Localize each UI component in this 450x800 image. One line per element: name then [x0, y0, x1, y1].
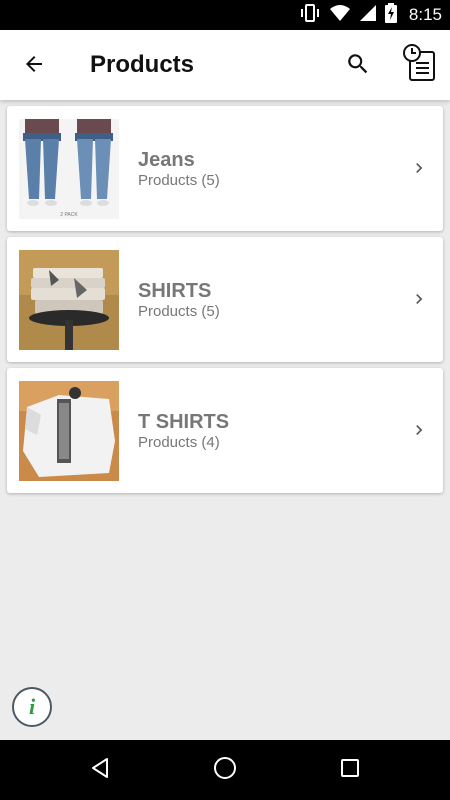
battery-charging-icon [384, 2, 397, 28]
tshirts-thumbnail [19, 381, 119, 481]
page-title: Products [90, 51, 195, 78]
back-button[interactable] [16, 48, 52, 84]
chevron-right-icon [407, 418, 431, 442]
app-bar: Products [0, 30, 450, 100]
wifi-icon [329, 4, 351, 27]
recents-square-icon [338, 756, 362, 785]
nav-recents-button[interactable] [335, 755, 365, 785]
info-icon: i [28, 694, 36, 719]
back-triangle-icon [88, 756, 112, 785]
category-count: Products (4) [138, 434, 220, 451]
info-button[interactable]: i [12, 687, 52, 727]
vibrate-icon [299, 3, 321, 28]
search-button[interactable] [340, 48, 376, 84]
category-name: SHIRTS [138, 280, 212, 302]
shirts-thumbnail [19, 250, 119, 350]
category-card-shirts[interactable]: SHIRTS Products (5) [7, 237, 443, 362]
category-card-t-shirts[interactable]: T SHIRTS Products (4) [7, 368, 443, 493]
search-icon [345, 51, 371, 82]
arrow-back-icon [22, 52, 46, 81]
status-icons: 8:15 [299, 0, 442, 30]
nav-home-button[interactable] [210, 755, 240, 785]
order-history-icon [402, 43, 438, 88]
jeans-thumbnail: 2 PACK [19, 119, 119, 219]
chevron-right-icon [407, 156, 431, 180]
signal-icon [359, 4, 377, 27]
category-list: 2 PACK Jeans Products (5) SHIRTS Product… [7, 106, 443, 499]
category-name: Jeans [138, 149, 195, 171]
home-circle-icon [212, 755, 238, 786]
category-count: Products (5) [138, 303, 220, 320]
category-name: T SHIRTS [138, 411, 230, 433]
category-count: Products (5) [138, 172, 220, 189]
status-time: 8:15 [408, 5, 442, 24]
nav-back-button[interactable] [85, 755, 115, 785]
navigation-bar [0, 740, 450, 800]
category-card-jeans[interactable]: 2 PACK Jeans Products (5) [7, 106, 443, 231]
status-bar: 8:15 [0, 0, 450, 30]
chevron-right-icon [407, 287, 431, 311]
jeans-pack-label: 2 PACK [60, 212, 78, 218]
order-history-button[interactable] [400, 43, 440, 88]
